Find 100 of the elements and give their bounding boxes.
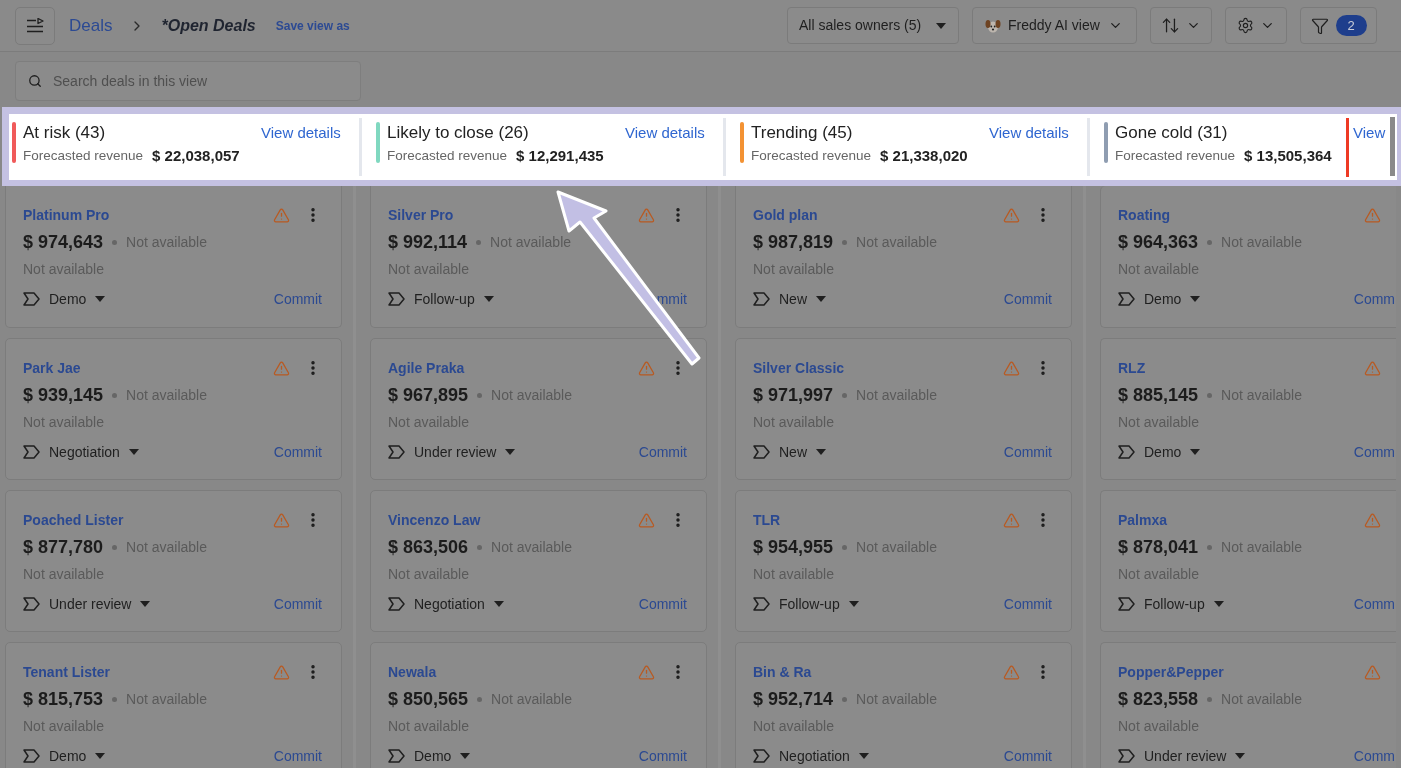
deal-name-link[interactable]: Poached Lister bbox=[23, 511, 124, 529]
commit-link[interactable]: Comm bbox=[1353, 596, 1395, 612]
deal-amount: $ 877,780 bbox=[23, 536, 104, 558]
warning-icon bbox=[1364, 511, 1381, 529]
commit-link[interactable]: Commit bbox=[273, 596, 322, 612]
commit-link[interactable]: Commit bbox=[1003, 596, 1052, 612]
deal-amount: $ 885,145 bbox=[1118, 384, 1199, 406]
revenue-value: $ 22,038,057 bbox=[152, 147, 240, 165]
chevron-tag-icon bbox=[753, 597, 770, 611]
deal-name-link[interactable]: Silver Pro bbox=[388, 206, 454, 224]
warning-icon bbox=[1003, 511, 1020, 529]
stage-dropdown[interactable]: Under review bbox=[414, 444, 516, 460]
filter-button[interactable]: 2 bbox=[1300, 7, 1377, 44]
stage-dropdown[interactable]: Follow-up bbox=[1144, 596, 1224, 612]
caret-down-icon bbox=[140, 601, 151, 607]
breadcrumb-link[interactable]: Deals bbox=[69, 12, 113, 39]
stage-dropdown[interactable]: Negotiation bbox=[779, 748, 869, 764]
stage-dropdown[interactable]: Under review bbox=[49, 596, 151, 612]
view-details-link[interactable]: View details bbox=[989, 124, 1069, 142]
commit-link[interactable]: Commit bbox=[1003, 291, 1052, 307]
ai-view-dropdown[interactable]: Freddy AI view bbox=[972, 7, 1137, 44]
commit-link[interactable]: mmit bbox=[656, 291, 687, 307]
search-field[interactable]: Search deals in this view bbox=[15, 61, 361, 101]
chevron-tag-icon bbox=[1118, 749, 1135, 763]
view-details-link[interactable]: View details bbox=[625, 124, 705, 142]
marker-line bbox=[1346, 118, 1349, 177]
revenue-value: $ 21,338,020 bbox=[880, 147, 968, 165]
stage-dropdown[interactable]: Negotiation bbox=[414, 596, 504, 612]
deal-name-link[interactable]: Palmxa bbox=[1118, 511, 1168, 529]
warning-icon bbox=[273, 359, 290, 377]
commit-link[interactable]: Comm bbox=[1353, 291, 1395, 307]
revenue-label: Forecasted revenue bbox=[751, 148, 872, 164]
stage-dropdown[interactable]: New bbox=[779, 444, 826, 460]
stage-dropdown[interactable]: Follow-up bbox=[414, 291, 494, 307]
chevron-tag-icon bbox=[388, 445, 405, 459]
caret-down-icon bbox=[95, 296, 106, 302]
commit-link[interactable]: Commit bbox=[273, 444, 322, 460]
commit-link[interactable]: Commit bbox=[273, 291, 322, 307]
deal-name-link[interactable]: TLR bbox=[753, 511, 781, 529]
sort-button[interactable] bbox=[1150, 7, 1212, 44]
commit-link[interactable]: Commit bbox=[273, 748, 322, 764]
deal-name-link[interactable]: Silver Classic bbox=[753, 359, 845, 377]
chevron-tag-icon bbox=[753, 292, 770, 306]
save-view-link[interactable]: Save view as bbox=[275, 16, 350, 35]
menu-icon bbox=[26, 18, 44, 33]
owner-dropdown[interactable]: All sales owners (5) bbox=[787, 7, 959, 44]
stage-dropdown[interactable]: Demo bbox=[1144, 444, 1201, 460]
stage-dropdown[interactable]: Under review bbox=[1144, 748, 1246, 764]
caret-down-icon bbox=[493, 601, 504, 607]
count-badge: 2 bbox=[1335, 15, 1367, 36]
commit-link[interactable]: Commit bbox=[638, 748, 687, 764]
caret-down-icon bbox=[816, 449, 826, 455]
stage-dropdown[interactable]: Negotiation bbox=[49, 444, 139, 460]
deal-name-link[interactable]: RLZ bbox=[1118, 359, 1146, 377]
deal-name-link[interactable]: Agile Praka bbox=[388, 359, 465, 377]
stage-dropdown[interactable]: New bbox=[779, 291, 826, 307]
commit-link[interactable]: Commit bbox=[1003, 444, 1052, 460]
commit-link[interactable]: Comm bbox=[1353, 444, 1395, 460]
stage-dropdown[interactable]: Demo bbox=[1144, 291, 1201, 307]
commit-link[interactable]: Commit bbox=[1003, 748, 1052, 764]
revenue-label: Forecasted revenue bbox=[1115, 148, 1236, 164]
view-title: *Open Deals bbox=[161, 15, 256, 36]
settings-button[interactable] bbox=[1225, 7, 1287, 44]
chevron-tag-icon bbox=[388, 597, 405, 611]
deal-name-link[interactable]: Bin & Ra bbox=[753, 663, 812, 681]
warning-icon bbox=[1364, 359, 1381, 377]
deal-name-link[interactable]: Gold plan bbox=[753, 206, 818, 224]
warning-icon bbox=[273, 511, 290, 529]
deal-name-link[interactable]: Platinum Pro bbox=[23, 206, 110, 224]
stage-dropdown[interactable]: Demo bbox=[414, 748, 471, 764]
deal-name-link[interactable]: Tenant Lister bbox=[23, 663, 110, 681]
commit-link[interactable]: Commit bbox=[638, 596, 687, 612]
stage-dropdown[interactable]: Demo bbox=[49, 748, 106, 764]
view-details-link[interactable]: View details bbox=[261, 124, 341, 142]
menu-button[interactable] bbox=[15, 6, 55, 45]
segment-title: Trending (45) bbox=[751, 123, 854, 143]
caret-down-icon bbox=[505, 449, 516, 455]
deal-amount: $ 939,145 bbox=[23, 384, 104, 406]
warning-icon bbox=[1003, 359, 1020, 377]
caret-down-icon bbox=[1190, 296, 1201, 302]
deal-amount: $ 850,565 bbox=[388, 688, 469, 710]
deal-name-link[interactable]: Popper&Pepper bbox=[1118, 663, 1224, 681]
deal-amount: $ 954,955 bbox=[753, 536, 834, 558]
commit-link[interactable]: Commit bbox=[638, 444, 687, 460]
deal-amount: $ 992,114 bbox=[388, 231, 468, 253]
chevron-tag-icon bbox=[23, 597, 40, 611]
chevron-tag-icon bbox=[753, 445, 770, 459]
stage-dropdown[interactable]: Follow-up bbox=[779, 596, 859, 612]
caret-down-icon bbox=[128, 449, 139, 455]
segment-title: Likely to close (26) bbox=[387, 123, 530, 143]
search-icon bbox=[28, 74, 42, 88]
deal-name-link[interactable]: Park Jae bbox=[23, 359, 81, 377]
view-details-link[interactable]: View bbox=[1353, 124, 1386, 142]
deal-name-link[interactable]: Roating bbox=[1118, 206, 1171, 224]
chevron-tag-icon bbox=[1118, 292, 1135, 306]
deal-name-link[interactable]: Newala bbox=[388, 663, 437, 681]
deal-name-link[interactable]: Vincenzo Law bbox=[388, 511, 481, 529]
commit-link[interactable]: Comm bbox=[1353, 748, 1395, 764]
deal-amount: $ 987,819 bbox=[753, 231, 834, 253]
stage-dropdown[interactable]: Demo bbox=[49, 291, 106, 307]
